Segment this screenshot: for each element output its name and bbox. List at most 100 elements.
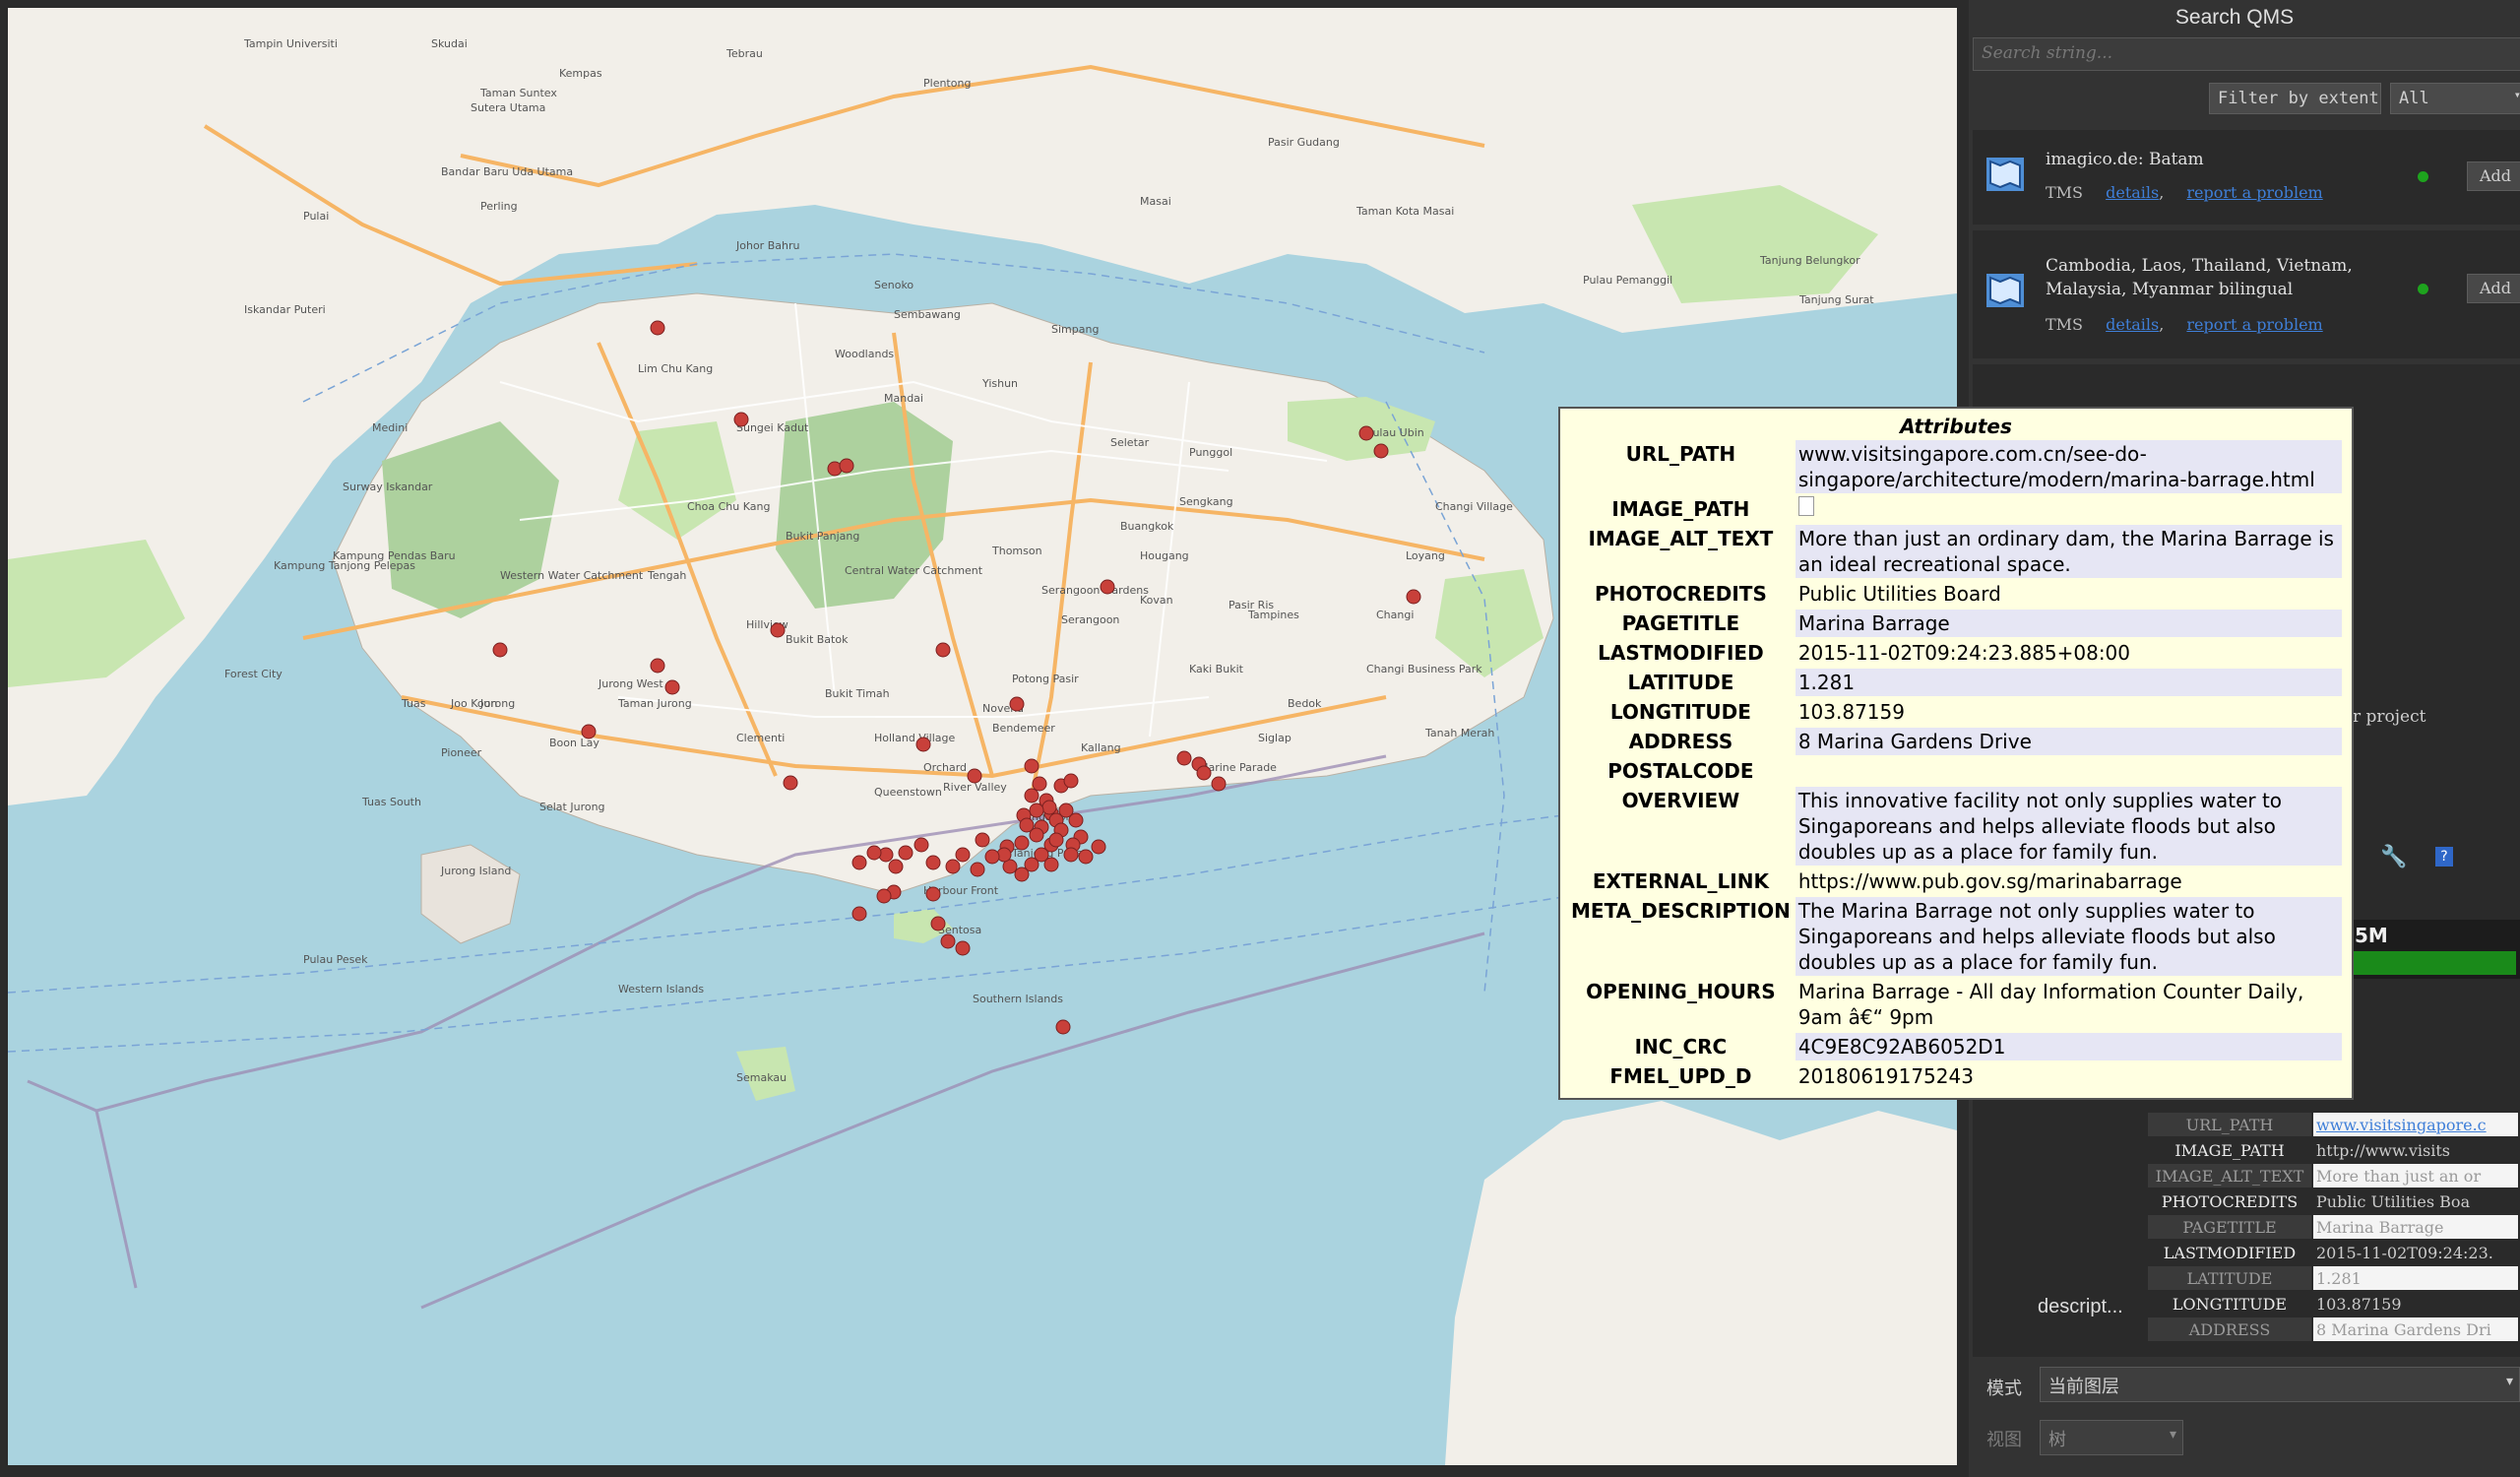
poi-point[interactable] bbox=[581, 724, 597, 739]
identify-row[interactable]: LONGTITUDE 103.87159 bbox=[2148, 1292, 2518, 1316]
identify-row[interactable]: PHOTOCREDITS Public Utilities Boa bbox=[2148, 1189, 2518, 1213]
poi-point[interactable] bbox=[650, 658, 665, 674]
poi-point[interactable] bbox=[1014, 867, 1030, 882]
identify-value: Marina Barrage bbox=[2313, 1215, 2518, 1239]
poi-point[interactable] bbox=[1063, 773, 1079, 789]
view-label: 视图 bbox=[1986, 1430, 2022, 1450]
map-place-label: Kaki Bukit bbox=[1189, 663, 1244, 675]
poi-point[interactable] bbox=[1048, 832, 1064, 848]
details-link[interactable]: details bbox=[2106, 315, 2159, 334]
attribute-value: Marina Barrage - All day Information Cou… bbox=[1795, 978, 2342, 1031]
identify-row[interactable]: LATITUDE 1.281 bbox=[2148, 1266, 2518, 1290]
poi-point[interactable] bbox=[733, 412, 749, 427]
poi-point[interactable] bbox=[940, 933, 956, 949]
identify-row[interactable]: LASTMODIFIED 2015-11-02T09:24:23. bbox=[2148, 1241, 2518, 1264]
poi-point[interactable] bbox=[1014, 835, 1030, 851]
poi-point[interactable] bbox=[783, 775, 798, 791]
view-select[interactable]: 树 ▾ bbox=[2040, 1420, 2183, 1455]
poi-point[interactable] bbox=[1029, 803, 1044, 818]
poi-point[interactable] bbox=[1078, 849, 1094, 865]
identify-row[interactable]: ADDRESS 8 Marina Gardens Dri bbox=[2148, 1317, 2518, 1341]
poi-point[interactable] bbox=[915, 737, 931, 752]
qms-result-item[interactable]: imagico.de: Batam TMS details, report a … bbox=[1973, 130, 2520, 225]
poi-point[interactable] bbox=[1406, 589, 1421, 605]
poi-point[interactable] bbox=[955, 940, 971, 956]
identify-key: PHOTOCREDITS bbox=[2161, 1191, 2299, 1211]
attribute-value: 4C9E8C92AB6052D1 bbox=[1795, 1033, 2342, 1060]
add-layer-button[interactable]: Add bbox=[2467, 274, 2520, 303]
wrench-icon[interactable]: 🔧 bbox=[2380, 845, 2407, 869]
qms-search-input[interactable]: Search string... bbox=[1973, 37, 2520, 71]
poi-point[interactable] bbox=[1100, 579, 1115, 595]
map-place-label: Simpang bbox=[1051, 323, 1099, 336]
filter-by-extent-button[interactable]: Filter by extent bbox=[2209, 83, 2381, 114]
poi-point[interactable] bbox=[930, 916, 946, 931]
osm-layer-row[interactable]: 5M bbox=[2343, 920, 2520, 979]
map-place-label: Tebrau bbox=[725, 47, 763, 60]
poi-point[interactable] bbox=[1196, 765, 1212, 781]
poi-point[interactable] bbox=[1043, 857, 1059, 872]
poi-point[interactable] bbox=[664, 679, 680, 695]
poi-point[interactable] bbox=[975, 832, 990, 848]
identify-row[interactable]: IMAGE_PATH http://www.visits bbox=[2148, 1138, 2518, 1162]
poi-point[interactable] bbox=[1024, 788, 1040, 803]
poi-point[interactable] bbox=[925, 855, 941, 870]
add-layer-button[interactable]: Add bbox=[2467, 161, 2520, 191]
poi-point[interactable] bbox=[1063, 847, 1079, 863]
scale-hint-text: descript... bbox=[2038, 1296, 2123, 1317]
poi-point[interactable] bbox=[888, 859, 904, 874]
poi-point[interactable] bbox=[866, 845, 882, 861]
mode-select[interactable]: 当前图层 ▾ bbox=[2040, 1367, 2520, 1402]
poi-point[interactable] bbox=[851, 906, 867, 922]
report-problem-link[interactable]: report a problem bbox=[2186, 315, 2322, 334]
poi-point[interactable] bbox=[1009, 696, 1025, 712]
poi-point[interactable] bbox=[967, 768, 982, 784]
identify-key: LONGTITUDE bbox=[2172, 1294, 2288, 1314]
help-icon[interactable]: ? bbox=[2435, 847, 2453, 867]
poi-point[interactable] bbox=[1373, 443, 1389, 459]
identify-row[interactable]: PAGETITLE Marina Barrage bbox=[2148, 1215, 2518, 1239]
poi-point[interactable] bbox=[650, 320, 665, 336]
details-link[interactable]: details bbox=[2106, 183, 2159, 202]
poi-point[interactable] bbox=[898, 845, 914, 861]
poi-point[interactable] bbox=[1024, 758, 1040, 774]
map-place-label: Masai bbox=[1140, 195, 1171, 208]
identify-row[interactable]: URL_PATH www.visitsingapore.c bbox=[2148, 1113, 2518, 1136]
identify-value: More than just an or bbox=[2313, 1164, 2518, 1188]
poi-point[interactable] bbox=[1058, 803, 1074, 818]
report-problem-link[interactable]: report a problem bbox=[2186, 183, 2322, 202]
poi-point[interactable] bbox=[914, 837, 929, 853]
attribute-value[interactable]: www.visitsingapore.com.cn/see-do-singapo… bbox=[1795, 440, 2342, 493]
attribute-key: EXTERNAL_LINK bbox=[1592, 869, 1769, 893]
qms-result-meta: TMS details, report a problem bbox=[2046, 315, 2323, 334]
qms-panel-title: Search QMS bbox=[2174, 6, 2295, 29]
poi-point[interactable] bbox=[1176, 750, 1192, 766]
attributes-table: URL_PATH www.visitsingapore.com.cn/see-do… bbox=[1566, 438, 2344, 1092]
poi-point[interactable] bbox=[925, 886, 941, 902]
poi-point[interactable] bbox=[1019, 817, 1035, 833]
poi-point[interactable] bbox=[970, 862, 985, 877]
map-place-label: Central Water Catchment bbox=[845, 564, 983, 577]
map-place-label: Sengkang bbox=[1179, 495, 1233, 508]
attribute-row: FMEL_UPD_D 20180619175243 bbox=[1568, 1062, 2342, 1090]
poi-point[interactable] bbox=[984, 849, 1000, 865]
poi-point[interactable] bbox=[955, 847, 971, 863]
poi-point[interactable] bbox=[876, 888, 892, 904]
poi-point[interactable] bbox=[1055, 1019, 1071, 1035]
poi-point[interactable] bbox=[935, 642, 951, 658]
poi-point[interactable] bbox=[1211, 776, 1227, 792]
poi-point[interactable] bbox=[1091, 839, 1106, 855]
poi-point[interactable] bbox=[851, 855, 867, 870]
poi-point[interactable] bbox=[492, 642, 508, 658]
poi-point[interactable] bbox=[945, 859, 961, 874]
poi-point[interactable] bbox=[770, 622, 786, 638]
qms-result-item[interactable]: Cambodia, Laos, Thailand, Vietnam, Malay… bbox=[1973, 230, 2520, 358]
filter-select[interactable]: All ▾ bbox=[2390, 83, 2520, 114]
poi-point[interactable] bbox=[1041, 800, 1057, 815]
identify-row[interactable]: IMAGE_ALT_TEXT More than just an or bbox=[2148, 1164, 2518, 1188]
attribute-value[interactable]: https://www.pub.gov.sg/marinabarrage bbox=[1795, 867, 2342, 895]
image-file-icon bbox=[1797, 496, 1814, 516]
poi-point[interactable] bbox=[839, 458, 854, 474]
poi-point[interactable] bbox=[1358, 425, 1374, 441]
poi-point[interactable] bbox=[1032, 776, 1047, 792]
